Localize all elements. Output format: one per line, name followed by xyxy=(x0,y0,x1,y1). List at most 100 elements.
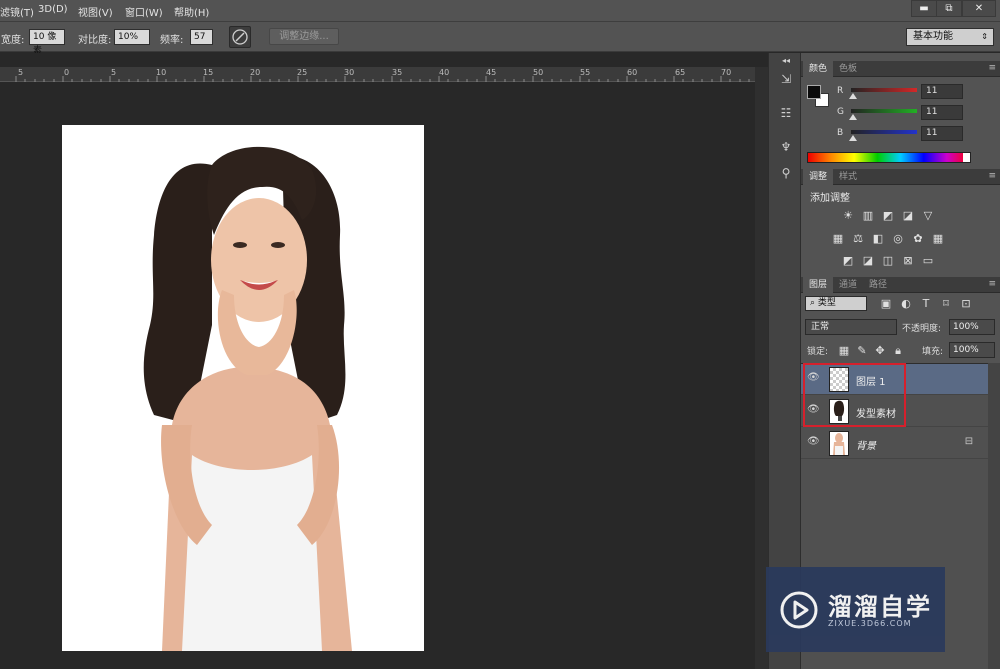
annotation-highlight-box xyxy=(803,363,906,427)
black-white-icon[interactable]: ◧ xyxy=(871,233,885,245)
blend-mode-select[interactable]: 正常 xyxy=(805,319,897,335)
refine-edge-button[interactable]: 调整边缘... xyxy=(269,28,339,45)
blue-slider[interactable] xyxy=(851,130,917,134)
layers-panel-tabs: 图层 通道 路径 ≡ xyxy=(801,277,1000,293)
red-slider-thumb[interactable] xyxy=(849,93,857,99)
workspace-select[interactable]: 基本功能 ⇕ xyxy=(906,28,994,46)
restore-button[interactable]: ⧉ xyxy=(936,0,962,17)
opacity-label: 不透明度: xyxy=(902,324,942,334)
width-label: 宽度: xyxy=(1,35,25,46)
menu-view[interactable]: 视图(V) xyxy=(78,4,113,19)
channel-mixer-icon[interactable]: ✿ xyxy=(911,233,925,245)
lock-pixels-icon[interactable]: ✎ xyxy=(855,345,869,357)
blend-mode-value: 正常 xyxy=(811,322,830,332)
filter-adjustment-icon[interactable]: ◐ xyxy=(899,298,913,310)
lock-label: 锁定: xyxy=(807,347,829,357)
minimize-button[interactable]: ▬ xyxy=(911,0,937,17)
levels-icon[interactable]: ▥ xyxy=(861,210,875,222)
collapse-arrows-icon[interactable]: ◂◂ xyxy=(778,53,794,69)
frequency-input[interactable]: 57 xyxy=(190,29,213,45)
invert-icon[interactable]: ◩ xyxy=(841,255,855,267)
adjustments-panel-tabs: 调整 样式 ≡ xyxy=(801,169,1000,185)
history-icon[interactable]: ⇲ xyxy=(778,71,794,87)
panel-menu-icon[interactable]: ≡ xyxy=(988,63,996,73)
red-value-input[interactable]: 11 xyxy=(921,84,963,99)
lock-transparent-icon[interactable]: ▦ xyxy=(837,345,851,357)
contrast-label: 对比度: xyxy=(78,35,112,46)
opacity-input[interactable]: 100% xyxy=(949,319,995,335)
curves-icon[interactable]: ◩ xyxy=(881,210,895,222)
tab-swatches[interactable]: 色板 xyxy=(833,61,863,77)
color-balance-icon[interactable]: ⚖ xyxy=(851,233,865,245)
width-input[interactable]: 10 像素 xyxy=(29,29,65,56)
contrast-input[interactable]: 10% xyxy=(114,29,150,45)
photo-filter-icon[interactable]: ◎ xyxy=(891,233,905,245)
red-slider[interactable] xyxy=(851,88,917,92)
green-slider-thumb[interactable] xyxy=(849,114,857,120)
fill-input[interactable]: 100% xyxy=(949,342,995,358)
filter-pixel-icon[interactable]: ▣ xyxy=(879,298,893,310)
options-bar: 宽度: 10 像素 对比度: 10% 频率: 57 调整边缘... 基本功能 ⇕ xyxy=(0,22,1000,56)
frequency-label: 频率: xyxy=(160,35,184,46)
tab-paths[interactable]: 路径 xyxy=(863,277,893,293)
red-label: R xyxy=(837,86,844,96)
filter-shape-icon[interactable]: ⌑ xyxy=(939,298,953,310)
green-slider[interactable] xyxy=(851,109,917,113)
brush-presets-icon[interactable]: ♆ xyxy=(778,139,794,155)
layer-row[interactable]: 👁︎ 背景 ⊟ xyxy=(801,428,988,459)
properties-icon[interactable]: ☷ xyxy=(778,105,794,121)
tab-layers[interactable]: 图层 xyxy=(803,277,834,293)
exposure-icon[interactable]: ◪ xyxy=(901,210,915,222)
color-spectrum-bar[interactable] xyxy=(807,152,971,163)
menu-filter[interactable]: 滤镜(T) xyxy=(0,4,34,19)
gradient-map-icon[interactable]: ▭ xyxy=(921,255,935,267)
tab-color[interactable]: 颜色 xyxy=(803,61,834,77)
menu-window[interactable]: 窗口(W) xyxy=(125,4,163,19)
layer-name[interactable]: 背景 xyxy=(856,437,876,452)
watermark-title: 溜溜自学 xyxy=(828,593,932,621)
blue-value-input[interactable]: 11 xyxy=(921,126,963,141)
menu-help[interactable]: 帮助(H) xyxy=(174,4,209,19)
threshold-icon[interactable]: ◫ xyxy=(881,255,895,267)
lock-all-icon[interactable]: 🔒︎ xyxy=(891,345,905,357)
layers-scrollbar[interactable] xyxy=(988,363,1000,669)
tab-styles[interactable]: 样式 xyxy=(833,169,863,185)
play-logo-icon xyxy=(780,591,818,629)
document-canvas[interactable] xyxy=(62,125,424,651)
green-label: G xyxy=(837,107,844,117)
hue-saturation-icon[interactable]: ▦ xyxy=(831,233,845,245)
panel-menu-icon[interactable]: ≡ xyxy=(988,171,996,181)
layer-filter-value: 类型 xyxy=(817,298,836,308)
close-button[interactable]: ✕ xyxy=(962,0,996,17)
watermark: 溜溜自学 ZIXUE.3D66.COM xyxy=(766,567,945,652)
add-adjustment-label: 添加调整 xyxy=(810,193,850,204)
panel-menu-icon[interactable]: ≡ xyxy=(988,279,996,289)
vibrance-icon[interactable]: ▽ xyxy=(921,210,935,222)
tab-adjustments[interactable]: 调整 xyxy=(803,169,834,185)
lock-icon: ⊟ xyxy=(964,436,974,447)
posterize-icon[interactable]: ◪ xyxy=(861,255,875,267)
document-area: 5 0 5 10 15 20 25 30 35 40 45 50 55 60 6… xyxy=(0,53,768,669)
tab-channels[interactable]: 通道 xyxy=(833,277,863,293)
eye-icon[interactable]: 👁︎ xyxy=(807,436,820,448)
clone-source-icon[interactable]: ⚲ xyxy=(778,165,794,181)
layer-thumbnail xyxy=(829,431,849,456)
lock-position-icon[interactable]: ✥ xyxy=(873,345,887,357)
color-lookup-icon[interactable]: ▦ xyxy=(931,233,945,245)
pen-pressure-button[interactable] xyxy=(229,26,251,48)
color-panel-tabs: 颜色 色板 ≡ xyxy=(801,61,1000,77)
brightness-icon[interactable]: ☀ xyxy=(841,210,855,222)
horizontal-ruler: 5 0 5 10 15 20 25 30 35 40 45 50 55 60 6… xyxy=(0,67,755,82)
filter-type-icon[interactable]: T xyxy=(919,298,933,310)
green-value-input[interactable]: 11 xyxy=(921,105,963,120)
pen-pressure-icon xyxy=(232,29,248,45)
filter-smart-icon[interactable]: ⊡ xyxy=(959,298,973,310)
selective-color-icon[interactable]: ⊠ xyxy=(901,255,915,267)
ruler-ticks xyxy=(15,76,750,82)
fill-label: 填充: xyxy=(922,347,944,357)
layer-filter-select[interactable]: ⌕ 类型 xyxy=(805,296,867,311)
menu-3d[interactable]: 3D(D) xyxy=(38,4,68,15)
portrait-image xyxy=(143,146,352,651)
workspace-value: 基本功能 xyxy=(913,31,953,42)
blue-slider-thumb[interactable] xyxy=(849,135,857,141)
